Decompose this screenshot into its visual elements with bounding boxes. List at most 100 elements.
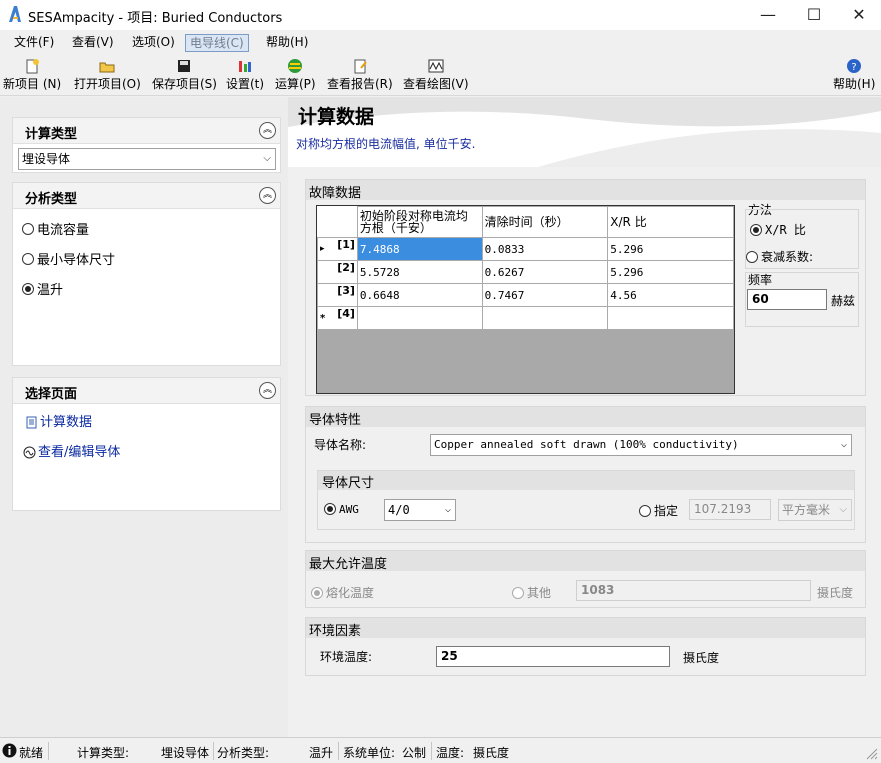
cell-time[interactable]: 0.6267 [481,260,609,284]
radio-xr-ratio[interactable]: X/R 比 [750,221,806,238]
conductor-size-header: 导体尺寸 [318,471,854,491]
table-row: ▸ [1] 7.4868 0.0833 5.296 [317,237,734,261]
collapse-icon[interactable]: ︽ [259,187,276,204]
select-page-panel: 选择页面 ︽ 计算数据 查看/编辑导体 [12,377,281,511]
view-report-button[interactable]: 查看报告(R) [327,56,393,94]
specify-size-input[interactable]: 107.2193 [689,499,771,520]
col-header-xr[interactable]: X/R 比 [607,206,734,238]
cell-xr[interactable] [607,306,734,330]
radio-min-size[interactable]: 最小导体尺寸 [22,249,115,268]
calc-type-select[interactable]: 埋设导体 ⌵ [18,148,276,170]
run-button[interactable]: 运算(P) [275,56,316,94]
toolbar: 新项目 (N) 打开项目(O) 保存项目(S) 设置(t) 运算(P) 查看报告… [0,54,881,96]
radio-icon [512,586,524,599]
help-button[interactable]: ? 帮助(H) [833,56,875,94]
status-ready: 就绪 [19,746,44,760]
cell-current[interactable] [356,306,483,330]
plot-icon [428,59,444,73]
environment-title: 环境因素 [309,624,362,639]
collapse-icon[interactable]: ︽ [259,122,276,139]
view-plot-button[interactable]: 查看绘图(V) [403,56,469,94]
select-page-title: 选择页面 [25,387,78,402]
status-units-label: 系统单位: [343,746,396,760]
corner-cell [317,206,358,238]
save-project-button[interactable]: 保存项目(S) [152,56,217,94]
other-temp-input[interactable]: 1083 [576,580,811,601]
conductor-title: 导体特性 [309,413,362,428]
max-temp-header: 最大允许温度 [306,551,865,572]
analysis-type-title: 分析类型 [25,192,78,207]
radio-ampacity[interactable]: 电流容量 [22,219,89,238]
row-header[interactable]: ▸ [1] [317,237,358,261]
size-unit-select[interactable]: 平方毫米 ⌵ [778,499,852,521]
cell-xr[interactable]: 5.296 [607,260,734,284]
radio-melting-temp[interactable]: 熔化温度 [311,584,374,601]
left-pane: 计算类型 ︽ 埋设导体 ⌵ 分析类型 ︽ 电流容量 最小导体尺寸 温升 选择页面… [0,97,288,737]
menu-file[interactable]: 文件(F) [10,34,58,52]
radio-decay-factor[interactable]: 衰减系数: [746,248,813,265]
environment-header: 环境因素 [306,618,865,639]
calc-type-panel: 计算类型 ︽ 埋设导体 ⌵ [12,117,281,173]
cell-current[interactable]: 0.6648 [356,283,483,307]
col-header-time[interactable]: 清除时间（秒） [481,206,609,238]
radio-selected-icon [311,586,323,599]
page-link-calc-data[interactable]: 计算数据 [25,411,92,430]
frequency-unit: 赫兹 [831,294,856,308]
fault-data-header: 故障数据 [306,180,865,201]
frequency-input[interactable]: 60 [747,289,827,310]
radio-selected-icon [750,223,762,236]
menu-options[interactable]: 选项(O) [128,34,179,52]
table-header-row: 初始阶段对称电流均方根（千安） 清除时间（秒） X/R 比 [317,206,734,238]
chevron-down-icon: ⌵ [444,504,451,515]
menu-view[interactable]: 查看(V) [68,34,118,52]
open-project-button[interactable]: 打开项目(O) [74,56,141,94]
status-analysis-label: 分析类型: [217,746,270,760]
save-disk-icon [178,60,191,72]
cell-time[interactable]: 0.0833 [481,237,609,261]
environment-group: 环境因素 环境温度: 25 摄氏度 [305,617,866,676]
app-logo-icon [9,6,21,22]
row-header[interactable]: [3] [317,283,358,307]
conductor-name-select[interactable]: Copper annealed soft drawn (100% conduct… [430,434,852,456]
table-row-new: * [4] [317,306,734,330]
frequency-title: 频率 [748,273,773,287]
calc-type-title: 计算类型 [25,127,78,142]
table-row: [2] 5.5728 0.6267 5.296 [317,260,734,284]
radio-icon [639,504,651,517]
menu-help[interactable]: 帮助(H) [262,34,312,52]
col-header-current[interactable]: 初始阶段对称电流均方根（千安） [356,206,483,238]
radio-temp-rise[interactable]: 温升 [22,279,63,298]
resize-grip-icon[interactable] [866,748,878,760]
fault-data-grid[interactable]: 初始阶段对称电流均方根（千安） 清除时间（秒） X/R 比 ▸ [1] 7.486… [316,205,735,394]
select-page-header: 选择页面 ︽ [13,378,280,404]
settings-button[interactable]: 设置(t) [226,56,264,94]
minimize-button[interactable]: — [745,0,791,30]
conductor-size-title: 导体尺寸 [322,476,375,491]
radio-specify[interactable]: 指定 [639,502,678,519]
page-link-edit-conductor[interactable]: 查看/编辑导体 [23,441,120,460]
cell-time[interactable] [481,306,609,330]
menu-conductor[interactable]: 电导线(C) [185,34,249,52]
page-subtitle: 对称均方根的电流幅值, 单位千安. [296,137,476,151]
cell-current[interactable]: 5.5728 [356,260,483,284]
new-project-button[interactable]: 新项目 (N) [3,56,61,94]
cell-xr[interactable]: 4.56 [607,283,734,307]
ambient-temp-input[interactable]: 25 [436,646,670,667]
chevron-down-icon: ⌵ [840,439,847,450]
awg-select[interactable]: 4/0 ⌵ [384,499,456,521]
status-separator [48,742,49,760]
cell-xr[interactable]: 5.296 [607,237,734,261]
row-header[interactable]: [2] [317,260,358,284]
radio-awg[interactable]: AWG [324,502,359,516]
maximize-button[interactable]: ☐ [791,0,837,30]
page-banner: 计算数据 对称均方根的电流幅值, 单位千安. [288,97,881,167]
help-icon: ? [847,59,862,73]
collapse-icon[interactable]: ︽ [259,382,276,399]
row-header[interactable]: * [4] [317,306,358,330]
radio-other-temp[interactable]: 其他 [512,584,551,601]
settings-icon [239,61,252,72]
close-button[interactable]: ✕ [836,0,881,30]
conductor-name-label: 导体名称: [314,438,367,452]
cell-current[interactable]: 7.4868 [356,237,483,261]
cell-time[interactable]: 0.7467 [481,283,609,307]
